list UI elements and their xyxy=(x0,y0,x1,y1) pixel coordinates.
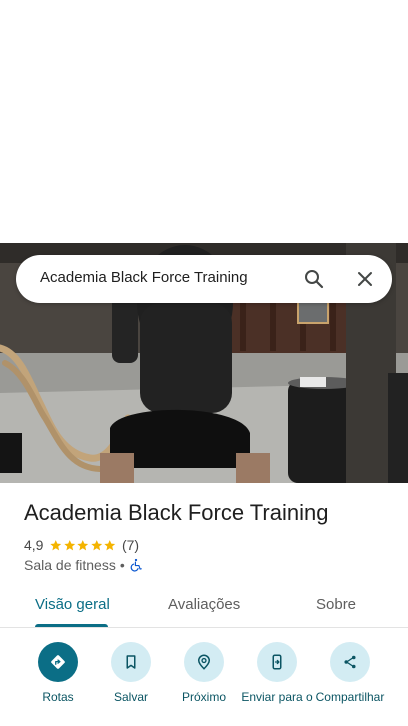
nearby-button[interactable]: Próximo xyxy=(166,642,242,704)
active-tab-indicator xyxy=(35,624,108,627)
nearby-icon xyxy=(184,642,224,682)
star-icon xyxy=(104,539,116,550)
send-to-phone-button[interactable]: Enviar para o xyxy=(239,642,315,704)
star-icon xyxy=(64,539,76,550)
save-label: Salvar xyxy=(113,690,148,704)
directions-label: Rotas xyxy=(42,690,74,704)
share-label: Compartilhar xyxy=(315,690,385,704)
review-count[interactable]: (7) xyxy=(122,537,139,553)
search-bar[interactable]: Academia Black Force Training xyxy=(16,255,392,303)
star-icon xyxy=(50,539,62,550)
star-icon xyxy=(91,539,103,550)
star-rating xyxy=(49,539,117,552)
rating-row[interactable]: 4,9 (7) xyxy=(24,536,139,554)
rating-value: 4,9 xyxy=(24,537,44,553)
nearby-label: Próximo xyxy=(181,690,226,704)
directions-button[interactable]: Rotas xyxy=(20,642,96,704)
share-icon xyxy=(330,642,370,682)
send-to-phone-label: Enviar para o xyxy=(241,690,313,704)
wheelchair-icon xyxy=(130,558,142,572)
tab-about[interactable]: Sobre xyxy=(316,596,356,613)
directions-icon xyxy=(38,642,78,682)
close-icon[interactable] xyxy=(353,267,377,291)
bookmark-icon xyxy=(111,642,151,682)
tab-bar: Visão geral Avaliações Sobre xyxy=(0,586,408,628)
search-icon[interactable] xyxy=(302,267,326,291)
category-row: Sala de fitness • xyxy=(24,556,143,574)
place-category: Sala de fitness xyxy=(24,557,116,573)
search-input[interactable]: Academia Black Force Training xyxy=(40,269,248,286)
star-icon xyxy=(77,539,89,550)
place-title: Academia Black Force Training xyxy=(24,500,329,525)
send-to-phone-icon xyxy=(257,642,297,682)
separator-dot: • xyxy=(119,557,125,573)
tab-reviews[interactable]: Avaliações xyxy=(168,596,240,613)
share-button[interactable]: Compartilhar xyxy=(312,642,388,704)
save-button[interactable]: Salvar xyxy=(93,642,169,704)
tab-overview[interactable]: Visão geral xyxy=(35,596,110,613)
